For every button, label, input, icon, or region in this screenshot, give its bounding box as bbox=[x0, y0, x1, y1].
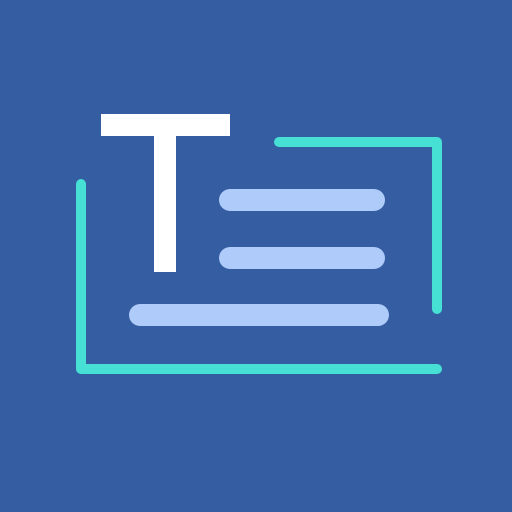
app-icon-graphic bbox=[0, 0, 512, 512]
letter-t-stem bbox=[154, 114, 176, 272]
app-icon bbox=[0, 0, 512, 512]
